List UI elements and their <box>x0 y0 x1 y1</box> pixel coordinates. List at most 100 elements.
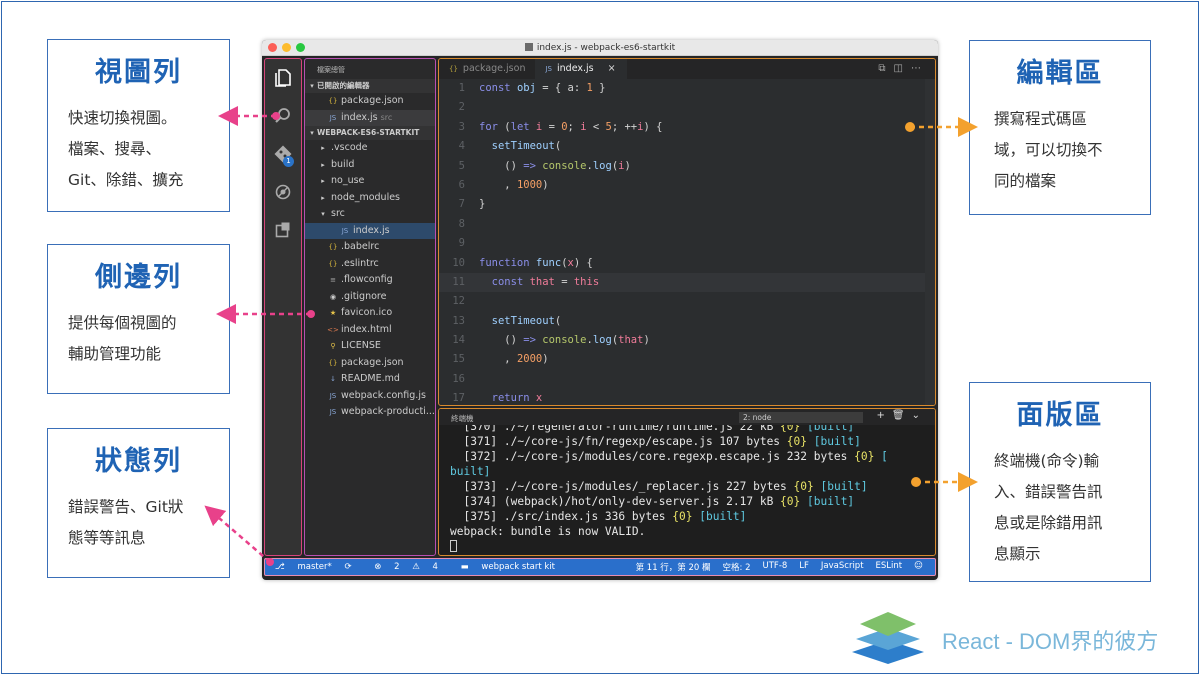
callout-title: 視圖列 <box>95 57 182 88</box>
line-number: 7 <box>458 198 465 211</box>
file-type-icon: JS <box>329 408 337 416</box>
code-view[interactable]: 1 const obj = { a: 1 } 2 3 for (let i = 0;… <box>439 79 935 405</box>
vscode-window: index.js - webpack-es6-startkit 1 檔案總管 ▾… <box>262 40 938 580</box>
file-type-icon: {} <box>328 358 338 367</box>
linter-status[interactable]: ESLint <box>876 561 903 573</box>
files-icon[interactable] <box>265 59 301 97</box>
file-tree-item[interactable]: {} .babelrc <box>305 239 435 256</box>
file-type-icon: <> <box>327 325 339 334</box>
file-tree-item[interactable]: JS webpack.config.js <box>305 388 435 405</box>
error-icon: ⊗ <box>374 562 382 572</box>
line-number: 14 <box>452 334 465 347</box>
minimap[interactable] <box>925 79 935 405</box>
activity-bar: 1 <box>264 58 302 556</box>
file-tree-item[interactable]: ≡ .flowconfig <box>305 272 435 289</box>
open-editor-item[interactable]: {} package.json <box>305 93 435 110</box>
debug-icon[interactable] <box>265 173 301 211</box>
code-line: 15 , 2000) <box>439 350 935 369</box>
file-tree-item[interactable]: JS webpack-producti... <box>305 404 435 421</box>
end-of-line[interactable]: LF <box>799 561 809 573</box>
line-number: 6 <box>458 178 465 191</box>
json-file-icon: {} <box>328 97 338 105</box>
terminal-line: [375] ./src/index.js 336 bytes {0} [buil… <box>450 510 747 523</box>
problems-indicator[interactable]: ⊗ 2 ⚠ 4 <box>364 562 438 572</box>
tab-index-js[interactable]: JS index.js × <box>535 59 628 79</box>
open-editor-name: index.js <box>341 111 378 123</box>
more-actions-icon[interactable]: ⋯ <box>911 63 929 74</box>
terminal-line: [374] (webpack)/hot/only-dev-server.js 2… <box>450 495 855 508</box>
terminal-select[interactable]: 2: node <box>739 412 863 423</box>
warning-icon: ⚠ <box>412 562 420 572</box>
terminal-cursor <box>450 539 935 554</box>
git-icon[interactable]: 1 <box>265 135 301 173</box>
language-mode[interactable]: JavaScript <box>821 561 864 573</box>
callout-editor: 編輯區 撰寫程式碼區 域，可以切換不 同的檔案 <box>969 40 1151 215</box>
editor-area: {} package.json JS index.js × ⧉◫⋯ 1 const ob… <box>438 58 936 406</box>
folder-chevron-icon: ▸ <box>321 160 325 169</box>
file-tree-item[interactable]: ▸ no_use <box>305 173 435 190</box>
file-type-icon: {} <box>328 259 338 268</box>
open-editors-section[interactable]: ▾ 已開啟的編輯器 <box>305 79 435 93</box>
file-tree-item[interactable]: ◉ .gitignore <box>305 289 435 306</box>
open-editor-path: src <box>380 112 393 122</box>
folder-chevron-icon: ▸ <box>321 177 325 185</box>
terminal-output[interactable]: [370] ./~/regenerator-runtime/runtime.js… <box>439 419 935 554</box>
close-icon[interactable]: × <box>608 63 616 74</box>
file-tree-item[interactable]: ▸ .vscode <box>305 140 435 157</box>
folder-chevron-icon: ▾ <box>321 210 325 218</box>
file-tree-label: index.html <box>341 323 392 335</box>
file-tree-item[interactable]: {} .eslintrc <box>305 256 435 273</box>
trash-icon[interactable]: 🗑 <box>892 410 912 421</box>
add-terminal-icon[interactable]: + <box>877 410 892 421</box>
file-tree-item[interactable]: ▸ node_modules <box>305 190 435 207</box>
title-bar: index.js - webpack-es6-startkit <box>262 40 938 56</box>
file-type-icon: JS <box>341 226 349 235</box>
callout-body: 撰寫程式碼區 域，可以切換不 同的檔案 <box>994 110 1103 190</box>
file-tree-item[interactable]: JS index.js <box>305 222 435 239</box>
file-tree-item[interactable]: ▸ build <box>305 157 435 174</box>
status-bar: ⎇ master* ⟳ ⊗ 2 ⚠ 4 ▬ webpack start kit … <box>264 558 936 576</box>
code-line: 14 () => console.log(that) <box>439 331 935 350</box>
file-tree-item[interactable]: <> index.html <box>305 322 435 339</box>
feedback-icon[interactable]: ☺ <box>914 561 923 573</box>
file-tree-item[interactable]: ▾ src <box>305 206 435 223</box>
code-line: 17 return x <box>439 389 935 405</box>
code-line: 16 <box>439 370 935 389</box>
workspace-folder[interactable]: ▬ webpack start kit <box>451 562 555 572</box>
line-number: 10 <box>452 256 465 269</box>
project-section[interactable]: ▾ WEBPACK-ES6-STARTKIT <box>305 126 435 140</box>
sync-icon[interactable]: ⟳ <box>344 562 351 572</box>
search-icon[interactable] <box>265 97 301 135</box>
extensions-icon[interactable] <box>265 211 301 249</box>
file-tree-label: README.md <box>341 373 400 384</box>
line-number: 4 <box>458 140 465 153</box>
file-type-icon: ⚲ <box>330 342 336 350</box>
encoding[interactable]: UTF-8 <box>763 561 788 573</box>
warning-count: 4 <box>432 562 438 572</box>
file-tree-item[interactable]: ★ favicon.ico <box>305 305 435 322</box>
cursor-position[interactable]: 第 11 行，第 20 欄 <box>636 561 711 573</box>
file-type-icon: ≡ <box>330 276 336 284</box>
file-tree-label: webpack-producti... <box>341 406 435 417</box>
file-tree-item[interactable]: {} package.json <box>305 355 435 372</box>
chevron-down-icon[interactable]: ⌄ <box>912 410 927 421</box>
workspace-folder-text: webpack start kit <box>481 562 556 572</box>
indentation[interactable]: 空格: 2 <box>723 561 751 573</box>
line-number: 15 <box>452 353 465 366</box>
open-changes-icon[interactable]: ⧉ <box>878 63 893 74</box>
code-line: 9 <box>439 234 935 253</box>
line-number: 11 <box>452 275 465 288</box>
callout-body: 提供每個視圖的 輔助管理功能 <box>68 314 177 363</box>
file-tree-item[interactable]: ↓ README.md <box>305 371 435 388</box>
file-tree-label: src <box>331 208 345 219</box>
panel-header: 終端機 2: node +🗑⌄ <box>439 409 935 425</box>
open-editor-item[interactable]: JS index.js src <box>305 109 435 126</box>
error-count: 2 <box>394 562 400 572</box>
file-tree-label: package.json <box>341 356 404 368</box>
git-branch[interactable]: ⎇ master* <box>275 562 332 572</box>
file-tree-item[interactable]: ⚲ LICENSE <box>305 338 435 355</box>
tab-package-json[interactable]: {} package.json <box>439 59 535 79</box>
panel-terminal: 終端機 2: node +🗑⌄ [370] ./~/regenerator-ru… <box>438 408 936 556</box>
split-editor-icon[interactable]: ◫ <box>894 63 911 74</box>
panel-controls: +🗑⌄ <box>877 410 927 421</box>
